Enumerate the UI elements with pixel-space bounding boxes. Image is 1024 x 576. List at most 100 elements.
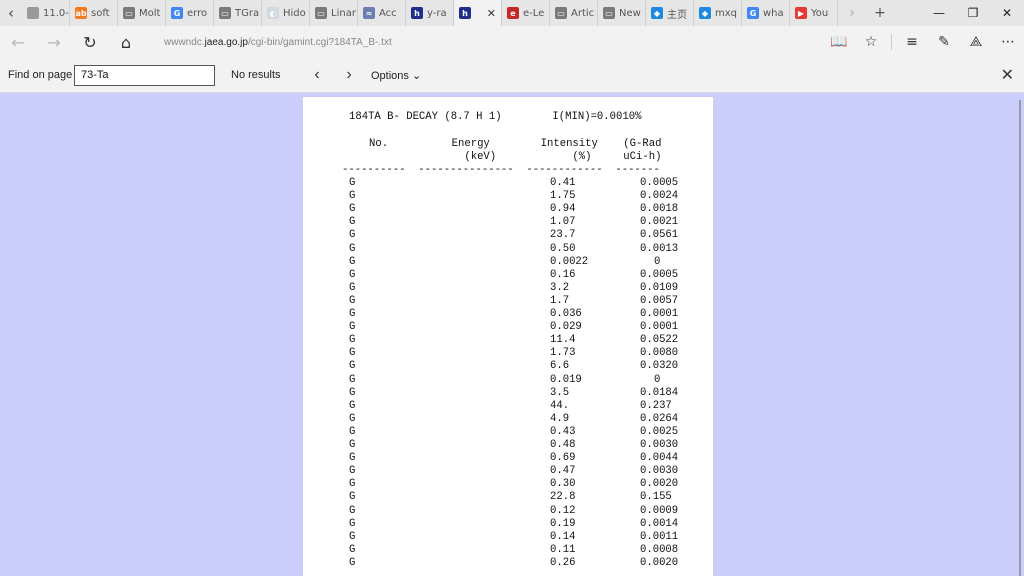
browser-tab[interactable]: h ✕ <box>454 0 502 26</box>
browser-tab[interactable]: ◆ mxq <box>694 0 742 26</box>
restore-icon[interactable]: ❐ <box>956 0 990 26</box>
browser-tab[interactable]: ◐ Hido <box>262 0 310 26</box>
tab-favicon-icon: e <box>507 7 519 19</box>
browser-tab[interactable]: e e-Le <box>502 0 550 26</box>
cell-g: 0.237 <box>640 399 672 412</box>
page-scrollbar[interactable] <box>1019 100 1021 576</box>
cell-t: G <box>349 255 356 268</box>
tab-label: y-ra <box>427 7 447 19</box>
tab-strip: ‹ 11.0- ab soft ▭ Molt Gerro ▭ TGra ◐ Hido ▭ Linar ≈… <box>0 0 1024 26</box>
tab-label: erro <box>187 7 208 19</box>
url-field[interactable]: wwwndc.jaea.go.jp/cgi-bin/gamint.cgi?184… <box>164 37 392 48</box>
browser-tab[interactable]: ▭ New <box>598 0 646 26</box>
cell-t: G <box>349 439 356 451</box>
find-options-button[interactable]: Options ⌄ <box>371 69 421 82</box>
cell-g: 0.0014 <box>640 517 679 530</box>
find-previous-icon[interactable]: ‹ <box>301 66 333 84</box>
browser-tab[interactable]: Gerro <box>166 0 214 26</box>
cell-i: 0.47 <box>550 465 576 478</box>
refresh-icon[interactable]: ↻ <box>72 26 108 58</box>
tab-list: 11.0- ab soft ▭ Molt Gerro ▭ TGra ◐ Hido ▭ Linar ≈ Ac… <box>22 0 838 26</box>
cell-i: 0.11 <box>550 543 576 556</box>
cell-i: 4.9 <box>550 412 570 425</box>
close-window-icon[interactable]: ✕ <box>990 0 1024 26</box>
tab-label: Hido <box>283 7 306 19</box>
cell-i: 22.8 <box>550 491 576 504</box>
cell-g: 0.0030 <box>640 439 679 451</box>
window-controls: — ❐ ✕ <box>922 0 1024 26</box>
more-icon[interactable]: ⋯ <box>992 26 1024 58</box>
cell-t: G <box>349 360 356 373</box>
tab-scroll-left-button[interactable]: ‹ <box>0 0 22 26</box>
tab-favicon-icon: h <box>459 7 471 19</box>
cell-i: 0.43 <box>550 425 576 438</box>
cell-i: 0.26 <box>550 556 576 569</box>
cell-t: G <box>349 268 356 281</box>
cell-g: 0.155 <box>640 491 672 504</box>
forward-arrow-icon[interactable]: → <box>36 26 72 58</box>
cell-g: 0.0030 <box>640 465 679 478</box>
browser-tab[interactable]: ≈ Acc <box>358 0 406 26</box>
tab-label: New <box>619 7 641 19</box>
browser-tab[interactable]: h y-ra <box>406 0 454 26</box>
browser-tab[interactable]: ▭ Molt <box>118 0 166 26</box>
header-rule: ---------- --------------- ------------ … <box>342 164 660 176</box>
cell-t: G <box>349 294 356 307</box>
tab-right-controls: › + <box>838 0 894 26</box>
cell-t: G <box>349 216 356 229</box>
tab-favicon-icon: ◆ <box>651 7 663 19</box>
web-note-icon[interactable]: ✎ <box>928 26 960 58</box>
column-header-2: (keV) (%) uCi-h) <box>369 151 662 163</box>
find-next-icon[interactable]: › <box>333 66 365 84</box>
text-document: 184TA B- DECAY (8.7 H 1) I(MIN)=0.0010% … <box>303 97 713 576</box>
minimize-icon[interactable]: — <box>922 0 956 26</box>
cell-i: 0.12 <box>550 504 576 517</box>
tab-label: 主页 <box>667 9 687 21</box>
browser-tab[interactable]: ab soft <box>70 0 118 26</box>
cell-t: G <box>349 504 356 517</box>
cell-t: G <box>349 308 356 320</box>
cell-t: G <box>349 321 356 334</box>
find-close-icon[interactable]: ✕ <box>1001 65 1014 85</box>
close-tab-icon[interactable]: ✕ <box>487 7 496 20</box>
browser-tab[interactable]: ▭ Artic <box>550 0 598 26</box>
cell-t: G <box>349 399 356 412</box>
cell-g: 0.0044 <box>640 452 679 465</box>
cell-g: 0.0080 <box>640 347 679 360</box>
cell-g: 0.0020 <box>640 478 679 491</box>
back-arrow-icon[interactable]: ← <box>0 26 36 58</box>
cell-g: 0.0005 <box>640 268 679 281</box>
tab-favicon-icon: ▭ <box>123 7 135 19</box>
find-input[interactable] <box>74 64 215 86</box>
cell-i: 1.75 <box>550 190 576 203</box>
cell-t: G <box>349 386 356 399</box>
cell-g: 0.0005 <box>640 177 679 189</box>
browser-tab[interactable]: ▶ You <box>790 0 838 26</box>
browser-tab[interactable]: ▭ Linar <box>310 0 358 26</box>
cell-g: 0.0001 <box>640 321 679 334</box>
home-icon[interactable]: ⌂ <box>108 26 144 58</box>
address-bar-actions: 📖 ☆ ≡ ✎ ⟁ ⋯ <box>823 26 1024 58</box>
cell-g: 0.0009 <box>640 504 679 517</box>
reading-view-icon[interactable]: 📖 <box>823 26 855 58</box>
tab-scroll-right-button[interactable]: › <box>838 5 866 21</box>
tab-favicon-icon: ▭ <box>315 7 327 19</box>
cell-t: G <box>349 334 356 347</box>
cell-t: G <box>349 177 356 189</box>
new-tab-button[interactable]: + <box>866 5 894 21</box>
browser-tab[interactable]: ◆ 主页 <box>646 0 694 26</box>
cell-i: 1.7 <box>550 294 570 307</box>
cell-i: 0.16 <box>550 268 576 281</box>
hub-icon[interactable]: ≡ <box>896 26 928 58</box>
cell-i: 0.48 <box>550 439 576 451</box>
cell-t: G <box>349 229 356 242</box>
browser-tab[interactable]: 11.0- <box>22 0 70 26</box>
favorite-star-icon[interactable]: ☆ <box>855 26 887 58</box>
browser-tab[interactable]: ▭ TGra <box>214 0 262 26</box>
share-icon[interactable]: ⟁ <box>960 26 992 58</box>
decay-table: 184TA B- DECAY (8.7 H 1) I(MIN)=0.0010% … <box>303 97 678 569</box>
browser-tab[interactable]: Gwha <box>742 0 790 26</box>
cell-g: 0.0024 <box>640 190 679 203</box>
tab-label: Linar <box>331 7 356 19</box>
cell-g: 0.0020 <box>640 556 679 569</box>
